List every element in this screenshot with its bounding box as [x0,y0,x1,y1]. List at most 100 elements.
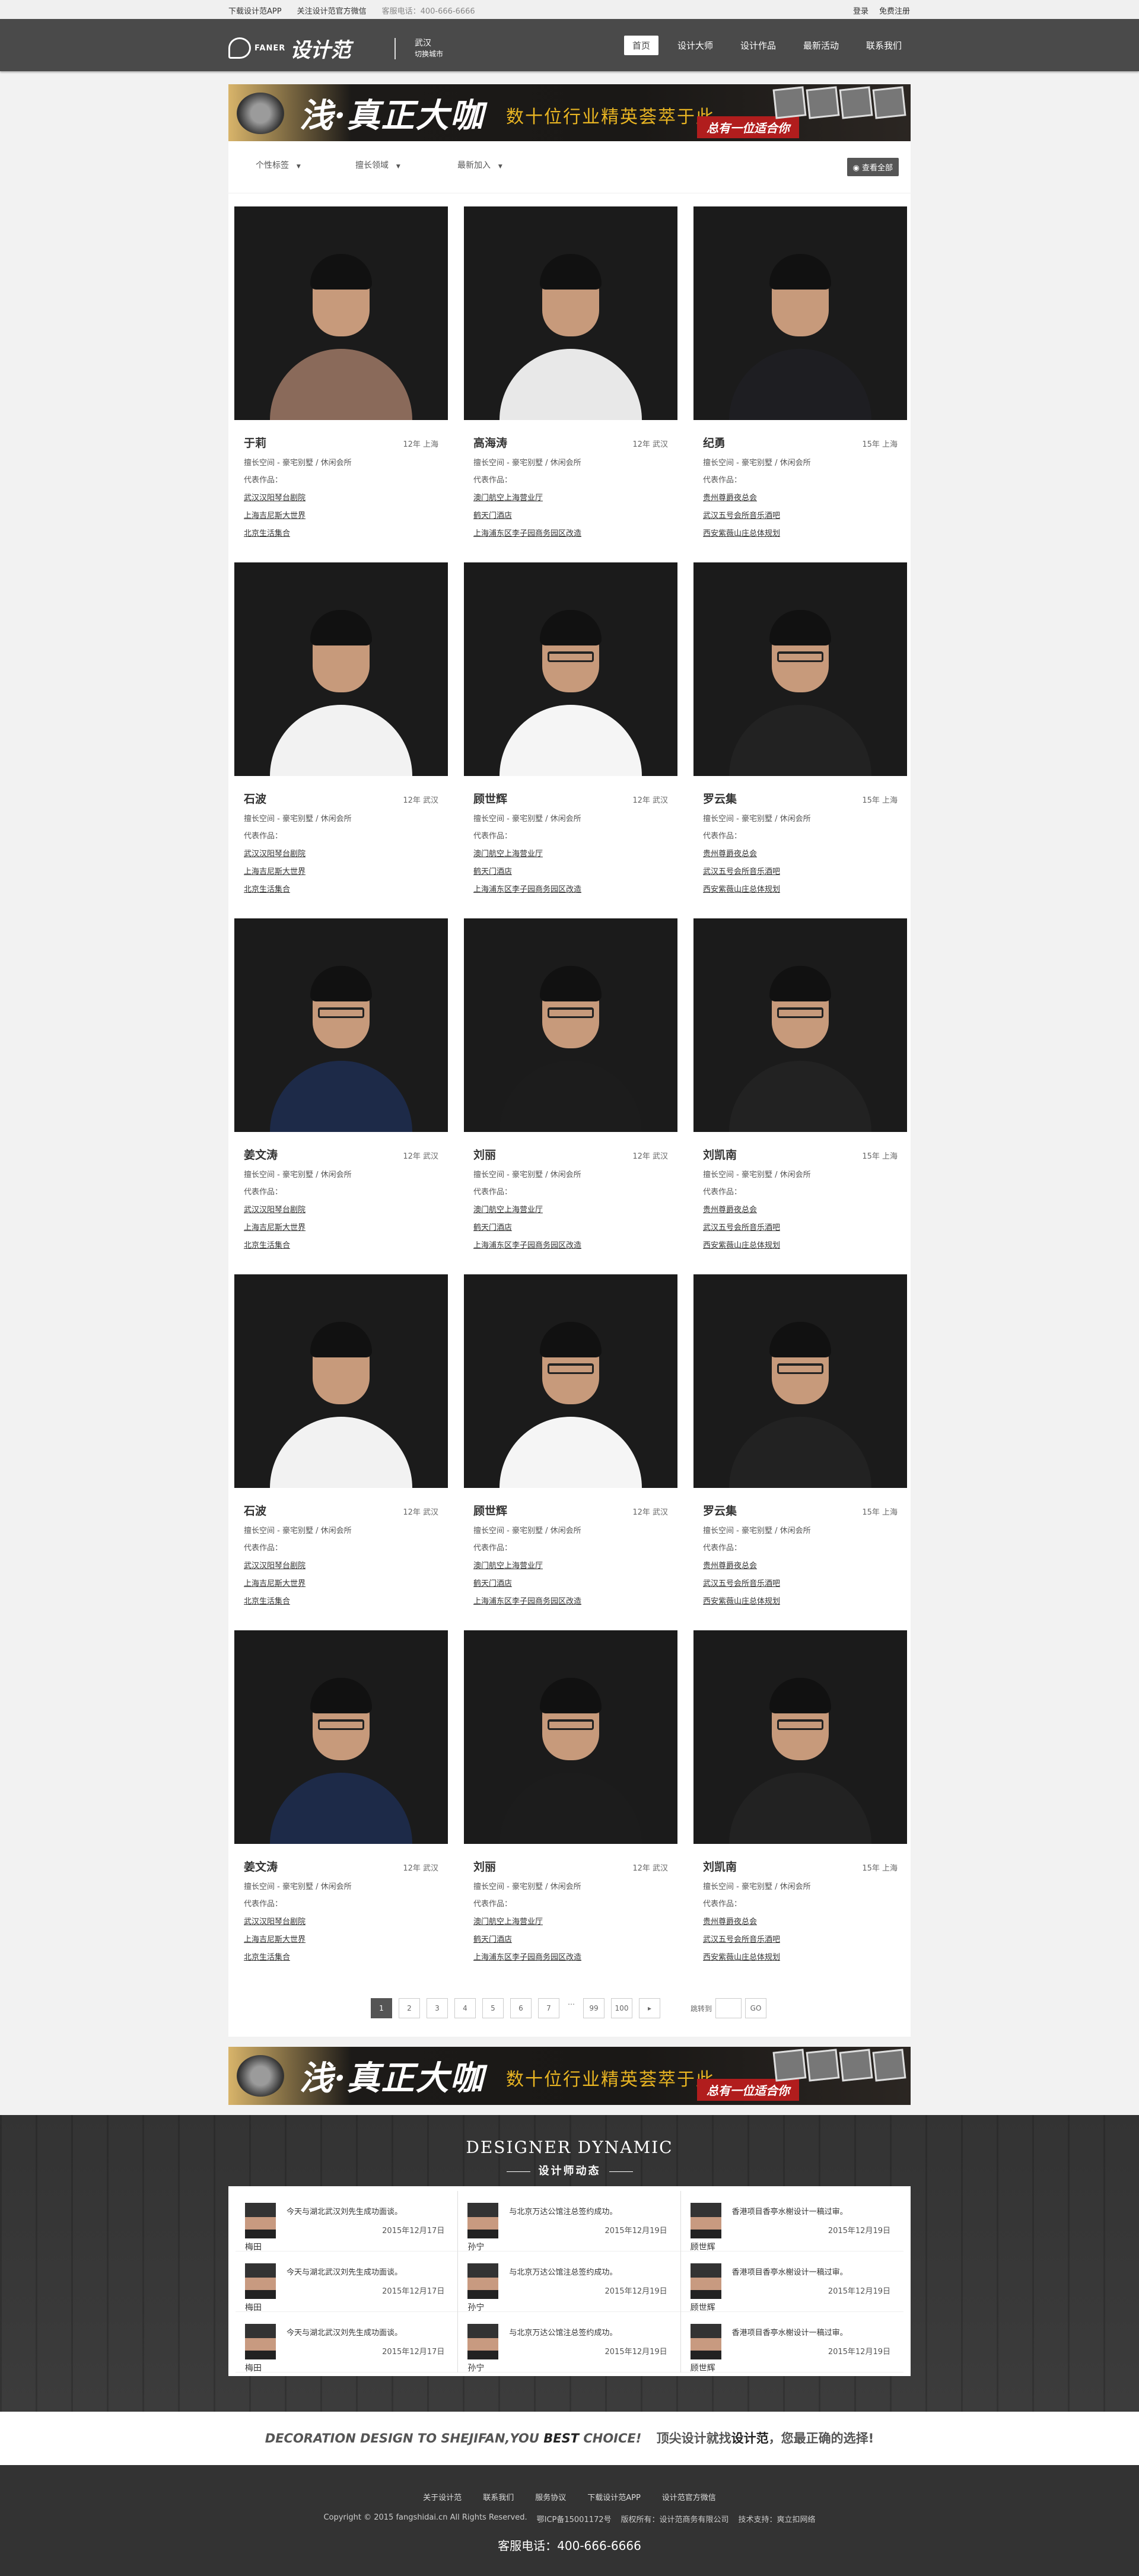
avatar[interactable] [245,2203,276,2238]
work-link[interactable]: 武汉汉阳琴台剧院 [244,1559,438,1570]
designer-photo[interactable] [464,918,677,1132]
designer-card[interactable]: 刘凯南 15年 上海 擅长空间 - 豪宅别墅 / 休闲会所 代表作品： 贵州尊爵… [693,918,907,1251]
work-link[interactable]: 鹤天门酒店 [473,1577,668,1588]
page-button[interactable]: 7 [538,1998,559,2018]
work-link[interactable]: 鹤天门酒店 [473,865,668,876]
work-link[interactable]: 北京生活集合 [244,1951,438,1962]
promo-banner-bottom[interactable]: 浅·真正大咖 数十位行业精英荟萃于此 总有一位适合你 [228,2047,911,2105]
view-all-button[interactable]: ◉ 查看全部 [847,158,899,176]
work-link[interactable]: 武汉五号会所音乐酒吧 [703,1577,898,1588]
designer-photo[interactable] [234,1630,448,1844]
next-page-button[interactable]: ▸ [639,1998,660,2018]
designer-photo[interactable] [693,1274,907,1488]
designer-photo[interactable] [464,1630,677,1844]
footer-terms[interactable]: 服务协议 [535,2491,566,2502]
dynamic-item[interactable]: 香港项目香亭水榭设计一稿过审。 2015年12月19日 顾世辉 [680,2312,903,2373]
designer-card[interactable]: 刘凯南 15年 上海 擅长空间 - 豪宅别墅 / 休闲会所 代表作品： 贵州尊爵… [693,1630,907,1963]
designer-photo[interactable] [693,918,907,1132]
go-button[interactable]: GO [745,1998,767,2018]
work-link[interactable]: 北京生活集合 [244,1239,438,1250]
work-link[interactable]: 武汉五号会所音乐酒吧 [703,865,898,876]
work-link[interactable]: 西安紫薇山庄总体规划 [703,1951,898,1962]
work-link[interactable]: 武汉汉阳琴台剧院 [244,1203,438,1214]
work-link[interactable]: 上海浦东区李子园商务园区改造 [473,1239,668,1250]
dynamic-item[interactable]: 香港项目香亭水榭设计一稿过审。 2015年12月19日 顾世辉 [680,2191,903,2252]
work-link[interactable]: 贵州尊爵夜总会 [703,1203,898,1214]
avatar[interactable] [467,2203,499,2238]
work-link[interactable]: 西安紫薇山庄总体规划 [703,1595,898,1606]
designer-card[interactable]: 刘丽 12年 武汉 擅长空间 - 豪宅别墅 / 休闲会所 代表作品： 澳门航空上… [464,1630,677,1963]
nav-works[interactable]: 设计作品 [732,36,784,55]
dynamic-item[interactable]: 与北京万达公馆注总签约成功。 2015年12月19日 孙宁 [458,2251,680,2313]
work-link[interactable]: 澳门航空上海营业厅 [473,847,668,858]
work-link[interactable]: 武汉五号会所音乐酒吧 [703,1933,898,1944]
designer-photo[interactable] [234,562,448,776]
dynamic-designer-name[interactable]: 梅田 [245,2301,262,2313]
work-link[interactable]: 上海浦东区李子园商务园区改造 [473,527,668,538]
page-jump-input[interactable] [715,1998,742,2018]
work-link[interactable]: 贵州尊爵夜总会 [703,1915,898,1926]
work-link[interactable]: 贵州尊爵夜总会 [703,491,898,503]
nav-events[interactable]: 最新活动 [795,36,847,55]
work-link[interactable]: 武汉汉阳琴台剧院 [244,491,438,503]
work-link[interactable]: 上海吉尼斯大世界 [244,865,438,876]
designer-photo[interactable] [693,562,907,776]
work-link[interactable]: 武汉五号会所音乐酒吧 [703,509,898,520]
page-button[interactable]: 100 [611,1998,632,2018]
work-link[interactable]: 武汉汉阳琴台剧院 [244,1915,438,1926]
work-link[interactable]: 上海吉尼斯大世界 [244,1933,438,1944]
work-link[interactable]: 上海浦东区李子园商务园区改造 [473,883,668,894]
work-link[interactable]: 澳门航空上海营业厅 [473,1559,668,1570]
dynamic-designer-name[interactable]: 孙宁 [467,2241,484,2253]
designer-card[interactable]: 顾世辉 12年 武汉 擅长空间 - 豪宅别墅 / 休闲会所 代表作品： 澳门航空… [464,1274,677,1607]
designer-photo[interactable] [693,206,907,420]
footer-wechat[interactable]: 设计范官方微信 [662,2491,716,2502]
avatar[interactable] [245,2263,276,2299]
work-link[interactable]: 澳门航空上海营业厅 [473,1915,668,1926]
work-link[interactable]: 贵州尊爵夜总会 [703,1559,898,1570]
avatar[interactable] [245,2324,276,2359]
work-link[interactable]: 澳门航空上海营业厅 [473,1203,668,1214]
designer-card[interactable]: 于莉 12年 上海 擅长空间 - 豪宅别墅 / 休闲会所 代表作品： 武汉汉阳琴… [234,206,448,539]
promo-banner-top[interactable]: 浅·真正大咖 数十位行业精英荟萃于此 总有一位适合你 [228,84,911,142]
footer-about[interactable]: 关于设计范 [423,2491,462,2502]
work-link[interactable]: 上海吉尼斯大世界 [244,509,438,520]
work-link[interactable]: 西安紫薇山庄总体规划 [703,883,898,894]
page-button[interactable]: 6 [510,1998,532,2018]
work-link[interactable]: 贵州尊爵夜总会 [703,847,898,858]
work-link[interactable]: 北京生活集合 [244,883,438,894]
dynamic-item[interactable]: 今天与湖北武汉刘先生成功面谈。 2015年12月17日 梅田 [236,2191,458,2252]
designer-card[interactable]: 罗云集 15年 上海 擅长空间 - 豪宅别墅 / 休闲会所 代表作品： 贵州尊爵… [693,1274,907,1607]
work-link[interactable]: 上海吉尼斯大世界 [244,1221,438,1232]
footer-contact[interactable]: 联系我们 [483,2491,514,2502]
nav-home[interactable]: 首页 [623,36,658,55]
avatar[interactable] [690,2263,721,2299]
work-link[interactable]: 北京生活集合 [244,1595,438,1606]
footer-app[interactable]: 下载设计范APP [587,2491,641,2502]
page-button[interactable]: 5 [482,1998,504,2018]
designer-photo[interactable] [234,206,448,420]
work-link[interactable]: 鹤天门酒店 [473,1221,668,1232]
work-link[interactable]: 上海浦东区李子园商务园区改造 [473,1951,668,1962]
designer-photo[interactable] [234,1274,448,1488]
designer-photo[interactable] [234,918,448,1132]
work-link[interactable]: 武汉五号会所音乐酒吧 [703,1221,898,1232]
filter-newest-dropdown[interactable]: 最新加入 [457,159,502,171]
work-link[interactable]: 鹤天门酒店 [473,509,668,520]
work-link[interactable]: 上海吉尼斯大世界 [244,1577,438,1588]
work-link[interactable]: 武汉汉阳琴台剧院 [244,847,438,858]
work-link[interactable]: 西安紫薇山庄总体规划 [703,527,898,538]
designer-card[interactable]: 石波 12年 武汉 擅长空间 - 豪宅别墅 / 休闲会所 代表作品： 武汉汉阳琴… [234,562,448,895]
avatar[interactable] [690,2324,721,2359]
work-link[interactable]: 西安紫薇山庄总体规划 [703,1239,898,1250]
page-button[interactable]: 1 [371,1998,392,2018]
register-link[interactable]: 免费注册 [879,5,910,16]
designer-card[interactable]: 高海涛 12年 武汉 擅长空间 - 豪宅别墅 / 休闲会所 代表作品： 澳门航空… [464,206,677,539]
site-logo[interactable]: FANER 设计范 [228,33,383,63]
page-button[interactable]: 3 [427,1998,448,2018]
designer-card[interactable]: 刘丽 12年 武汉 擅长空间 - 豪宅别墅 / 休闲会所 代表作品： 澳门航空上… [464,918,677,1251]
avatar[interactable] [690,2203,721,2238]
designer-photo[interactable] [464,1274,677,1488]
designer-card[interactable]: 石波 12年 武汉 擅长空间 - 豪宅别墅 / 休闲会所 代表作品： 武汉汉阳琴… [234,1274,448,1607]
dynamic-designer-name[interactable]: 顾世辉 [691,2301,715,2313]
